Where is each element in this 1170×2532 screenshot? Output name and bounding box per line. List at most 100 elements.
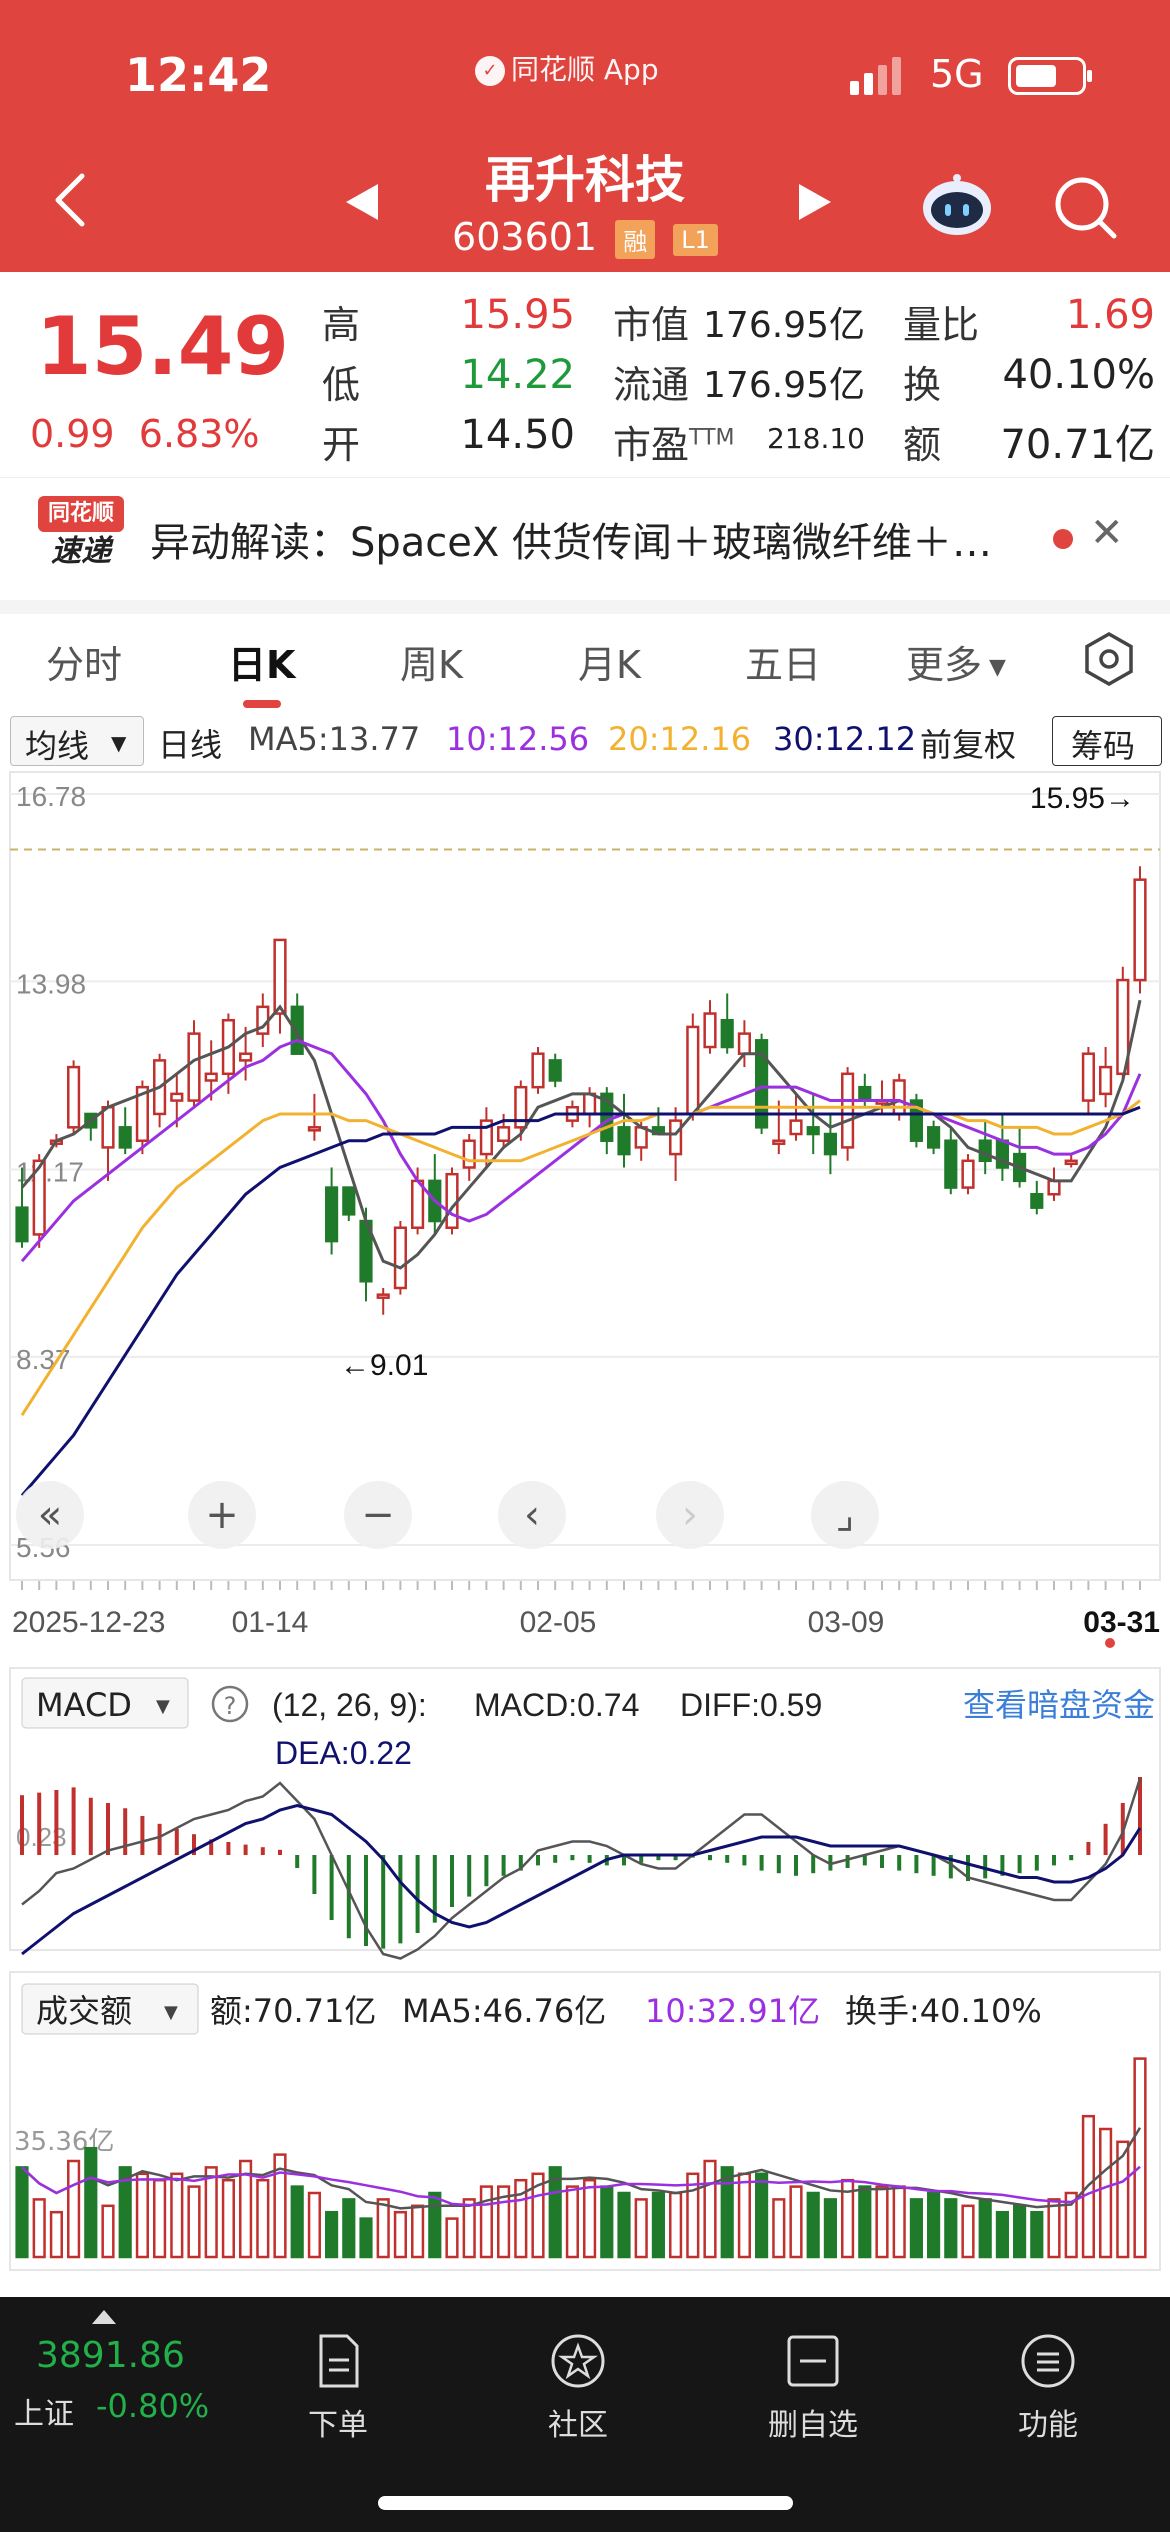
volume-bar: [909, 2198, 923, 2259]
candle-body: [841, 1072, 855, 1149]
macd-value: MACD:0.74: [474, 1687, 639, 1723]
candle-body: [669, 1119, 683, 1156]
scroll-right-icon[interactable]: ›: [656, 1481, 724, 1549]
volume-bar: [669, 2191, 683, 2259]
scroll-left-icon[interactable]: ‹: [498, 1481, 566, 1549]
nav-remove-watchlist-label: 删自选: [768, 2408, 858, 2443]
date-label: 02-05: [520, 1606, 597, 1639]
volume-bar: [875, 2185, 889, 2259]
candle-body: [342, 1186, 356, 1216]
label-low: 低: [322, 363, 361, 407]
label-pe-text: 市盈: [613, 423, 690, 467]
settings-hexagon-icon[interactable]: [1080, 630, 1138, 688]
volume-bar: [772, 2198, 786, 2259]
candle-body: [927, 1126, 941, 1149]
volume-bar: [737, 2172, 751, 2259]
label-amount: 额: [903, 423, 942, 467]
label-vol-ratio: 量比: [903, 303, 980, 347]
ma30-value: 30:12.12: [773, 720, 917, 758]
date-label: 03-09: [808, 1606, 885, 1639]
tab-more-label: 更多: [906, 643, 983, 687]
volume-bar: [411, 2204, 425, 2259]
max-price-label: 15.95→: [1030, 782, 1135, 815]
volume-bar: [686, 2172, 700, 2259]
candle-body: [1047, 1179, 1061, 1196]
kline-candles: [15, 866, 1147, 1315]
control-button-glyph: −: [361, 1492, 395, 1538]
nav-community[interactable]: 社区: [508, 2332, 648, 2444]
volume-bar: [479, 2185, 493, 2259]
volume-bar: [84, 2146, 98, 2259]
tab-weekly-k[interactable]: 周K: [400, 634, 463, 689]
search-icon[interactable]: [1050, 172, 1120, 242]
source-app-label[interactable]: ✓ 同花顺 App: [475, 48, 659, 88]
ai-robot-icon[interactable]: [918, 172, 996, 238]
date-label: 2025-12-23: [12, 1606, 165, 1639]
close-icon[interactable]: ✕: [1090, 510, 1124, 556]
candle-body: [978, 1139, 992, 1163]
nav-order[interactable]: 下单: [268, 2332, 408, 2444]
volume-bar: [806, 2191, 820, 2259]
help-icon[interactable]: ?: [211, 1685, 249, 1723]
volume-bar: [617, 2191, 631, 2259]
indicator-charts[interactable]: MACD ▼? (12, 26, 9): MACD:0.74 DIFF:0.59 DEA:…: [0, 1660, 1170, 2290]
zoom-in-icon[interactable]: +: [188, 1481, 256, 1549]
volume-bar: [927, 2191, 941, 2259]
source-app-text: 同花顺 App: [511, 53, 659, 86]
ma-period: 日线: [158, 726, 223, 764]
volume-bar: [342, 2198, 356, 2259]
kline-controls: « + − ‹ › ⌟: [16, 1481, 879, 1549]
volume-bar: [651, 2191, 665, 2259]
candle-body: [806, 1126, 820, 1136]
candle-body: [703, 1012, 717, 1049]
tab-intraday[interactable]: 分时: [46, 634, 122, 689]
news-logo-bottom: 速递: [51, 534, 111, 569]
dark-pool-link[interactable]: 查看暗盘资金: [963, 1686, 1155, 1724]
index-change: -0.80%: [96, 2387, 210, 2425]
nav-functions[interactable]: 功能: [978, 2332, 1118, 2444]
control-button-glyph: ⌟: [836, 1492, 855, 1538]
adjust-mode[interactable]: 前复权: [920, 720, 1016, 766]
chips-button[interactable]: 筹码: [1052, 716, 1162, 766]
expand-up-icon[interactable]: [92, 2309, 116, 2324]
candle-body: [823, 1132, 837, 1156]
kline-chart[interactable]: 16.7813.9811.178.375.56 15.95→←9.01 «+−‹…: [0, 770, 1170, 1770]
y-tick-label: 16.78: [16, 781, 86, 812]
candle-body: [239, 1052, 253, 1062]
status-time: 12:42: [125, 48, 272, 102]
nav-remove-watchlist[interactable]: 删自选: [743, 2332, 883, 2444]
candle-body: [737, 1032, 751, 1055]
volume-bar: [359, 2217, 373, 2259]
level-tag: L1: [673, 223, 718, 256]
volume-bar: [428, 2191, 442, 2259]
zoom-out-icon[interactable]: −: [344, 1481, 412, 1549]
ma20-value: 20:12.16: [608, 720, 752, 758]
volume-ma10: 10:32.91亿: [645, 1992, 820, 2030]
candle-body: [411, 1179, 425, 1229]
volume-bar: [204, 2166, 218, 2259]
news-text[interactable]: 异动解读：SpaceX 供货传闻＋玻璃微纤维＋…: [150, 510, 1020, 568]
volume-bar: [1013, 2204, 1027, 2259]
candle-body: [772, 1139, 786, 1145]
scroll-start-icon[interactable]: «: [16, 1481, 84, 1549]
kline-frame: [9, 771, 1161, 1581]
kline-labels: 15.95→ ←9.01: [340, 782, 1135, 1382]
macd-params: (12, 26, 9):: [272, 1687, 427, 1723]
label-float-cap: 流通: [613, 363, 690, 407]
macd-selector[interactable]: MACD ▼: [21, 1677, 189, 1729]
macd-selector-label: MACD: [36, 1686, 132, 1724]
tab-five-day[interactable]: 五日: [745, 634, 821, 689]
tab-more[interactable]: 更多 ▼: [906, 634, 1006, 689]
volume-selector[interactable]: 成交额 ▼: [21, 1983, 199, 2035]
news-banner[interactable]: 同花顺 速递 异动解读：SpaceX 供货传闻＋玻璃微纤维＋…: [0, 478, 1170, 614]
volume-bar: [961, 2204, 975, 2259]
tab-daily-k[interactable]: 日K: [228, 634, 295, 689]
date-axis: 2025-12-23 01-14 02-05 03-09 03-31: [12, 1581, 1160, 1648]
volume-bar: [1133, 2057, 1147, 2259]
candle-body: [944, 1139, 958, 1189]
index-value[interactable]: 3891.86: [36, 2335, 185, 2376]
tab-monthly-k[interactable]: 月K: [578, 634, 641, 689]
ma-selector[interactable]: 均线 ▼: [10, 716, 144, 766]
fullscreen-icon[interactable]: ⌟: [811, 1481, 879, 1549]
volume-turnover: 换手:40.10%: [845, 1992, 1042, 2030]
